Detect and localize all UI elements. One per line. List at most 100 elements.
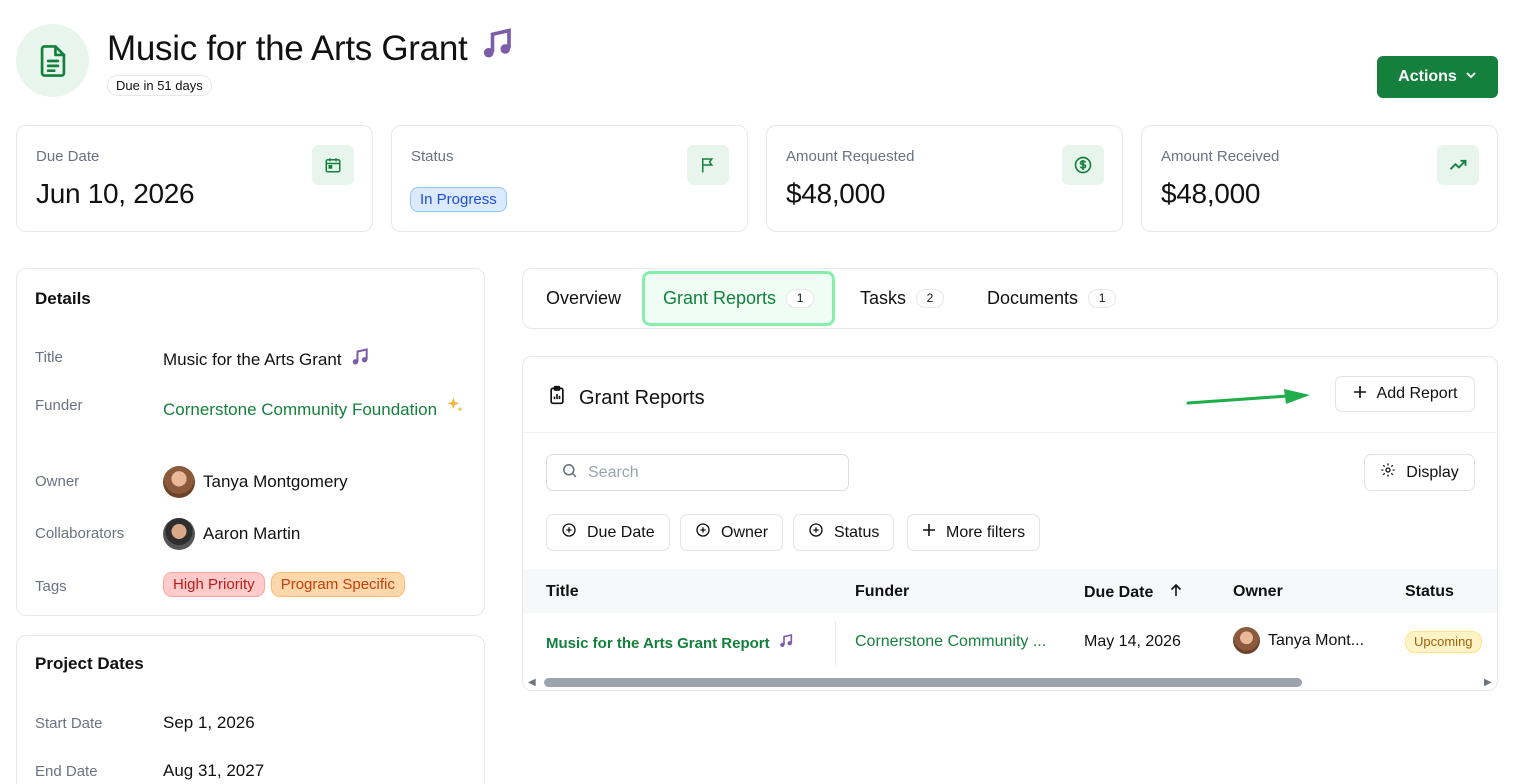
- tab-label: Tasks: [860, 288, 907, 308]
- status-badge: In Progress: [410, 187, 507, 212]
- due-badge: Due in 51 days: [107, 75, 212, 96]
- tags-list: High Priority Program Specific: [163, 572, 405, 597]
- column-due-date-label: Due Date: [1084, 583, 1154, 601]
- owner-label: Owner: [35, 473, 80, 490]
- chevron-down-icon: [1465, 68, 1477, 86]
- add-report-label: Add Report: [1376, 385, 1458, 402]
- grant-reports-heading: Grant Reports: [547, 384, 705, 412]
- tab-label: Documents: [987, 288, 1079, 308]
- tab-documents[interactable]: Documents 1: [987, 269, 1117, 328]
- display-button[interactable]: Display: [1364, 454, 1475, 491]
- plus-icon: [922, 523, 936, 542]
- column-funder-label: Funder: [855, 583, 910, 600]
- plus-circle-icon: [561, 522, 577, 543]
- plus-circle-icon: [808, 522, 824, 543]
- tab-tasks[interactable]: Tasks 2: [860, 269, 945, 328]
- filter-due-date[interactable]: Due Date: [546, 514, 670, 551]
- search-icon: [561, 462, 578, 484]
- funder-link[interactable]: Cornerstone Community Foundation: [163, 395, 473, 423]
- avatar: [1233, 627, 1260, 654]
- report-due-date: May 14, 2026: [1084, 633, 1181, 650]
- sparkles-icon: [445, 395, 465, 423]
- tag-program-specific: Program Specific: [270, 572, 405, 597]
- scrollbar-thumb[interactable]: [544, 678, 1302, 687]
- stat-label: Amount Received: [1161, 148, 1280, 165]
- filter-status[interactable]: Status: [793, 514, 895, 551]
- gear-icon: [1380, 462, 1396, 483]
- tag-high-priority: High Priority: [163, 572, 265, 597]
- report-title-link[interactable]: Music for the Arts Grant Report: [546, 633, 794, 653]
- column-title[interactable]: Title: [546, 583, 579, 601]
- filter-label: Owner: [721, 523, 769, 541]
- funder-link-text: Cornerstone Community Foundation: [163, 399, 438, 419]
- page-title-text: Music for the Arts Grant: [107, 28, 468, 68]
- collaborators-label: Collaborators: [35, 525, 125, 542]
- stat-label: Due Date: [36, 148, 100, 165]
- page-title: Music for the Arts Grant: [107, 26, 515, 71]
- filter-label: Due Date: [587, 523, 655, 541]
- owner-value: Tanya Montgomery: [163, 466, 348, 498]
- column-funder[interactable]: Funder: [855, 583, 909, 601]
- plus-circle-icon: [695, 522, 711, 543]
- title-value: Music for the Arts Grant: [163, 347, 370, 372]
- plus-icon: [1353, 385, 1367, 404]
- tab-count: 1: [1088, 289, 1117, 308]
- add-report-button[interactable]: Add Report: [1335, 376, 1475, 412]
- details-heading: Details: [35, 289, 91, 308]
- clipboard-chart-icon: [547, 384, 567, 412]
- status-badge: Upcoming: [1405, 631, 1482, 653]
- tab-count: 2: [916, 289, 945, 308]
- scroll-right-icon[interactable]: ▶: [1484, 677, 1492, 688]
- owner-name: Tanya Montgomery: [203, 472, 348, 491]
- filter-label: Status: [834, 523, 880, 541]
- report-owner-name: Tanya Mont...: [1268, 631, 1365, 649]
- tab-overview[interactable]: Overview: [546, 269, 621, 328]
- stat-card-status: Status In Progress: [391, 125, 748, 232]
- collaborators-value: Aaron Martin: [163, 518, 300, 550]
- tags-label: Tags: [35, 578, 67, 595]
- trending-up-icon: [1437, 145, 1479, 185]
- funder-label: Funder: [35, 397, 83, 414]
- column-owner-label: Owner: [1233, 583, 1283, 600]
- table-header: Title Funder Due Date Owner Status: [523, 569, 1497, 613]
- avatar: [163, 518, 195, 550]
- more-filters-button[interactable]: More filters: [907, 514, 1041, 551]
- column-status[interactable]: Status: [1405, 583, 1454, 601]
- title-label: Title: [35, 349, 63, 366]
- column-status-label: Status: [1405, 583, 1454, 600]
- flag-icon: [687, 145, 729, 185]
- dollar-circle-icon: [1062, 145, 1104, 185]
- filter-owner[interactable]: Owner: [680, 514, 784, 551]
- search-placeholder: Search: [588, 463, 639, 481]
- actions-button[interactable]: Actions: [1377, 56, 1498, 98]
- details-card: Details Title Music for the Arts Grant F…: [16, 268, 485, 616]
- stat-label: Status: [411, 148, 454, 165]
- tab-label: Grant Reports: [663, 288, 777, 308]
- stat-card-amount-received: Amount Received $48,000: [1141, 125, 1498, 232]
- report-funder-link[interactable]: Cornerstone Community ...: [855, 633, 1046, 651]
- start-date-value: Sep 1, 2026: [163, 713, 255, 732]
- column-due-date[interactable]: Due Date: [1084, 583, 1183, 602]
- filter-label: More filters: [946, 523, 1026, 541]
- display-label: Display: [1406, 463, 1459, 481]
- tab-grant-reports[interactable]: Grant Reports 1: [642, 271, 836, 326]
- stat-value: $48,000: [1161, 178, 1261, 209]
- column-owner[interactable]: Owner: [1233, 583, 1283, 601]
- stat-value: $48,000: [786, 178, 886, 209]
- stat-card-amount-requested: Amount Requested $48,000: [766, 125, 1123, 232]
- actions-button-label: Actions: [1398, 68, 1457, 85]
- report-owner: Tanya Mont...: [1233, 627, 1364, 654]
- horizontal-scrollbar[interactable]: ◀ ▶: [523, 675, 1497, 689]
- grant-document-icon: [16, 24, 89, 97]
- stat-value: Jun 10, 2026: [36, 178, 195, 209]
- tab-count: 1: [786, 289, 815, 308]
- stat-label: Amount Requested: [786, 148, 915, 165]
- arrow-up-icon: [1169, 583, 1183, 602]
- end-date-label: End Date: [35, 763, 98, 780]
- end-date-value: Aug 31, 2027: [163, 761, 265, 780]
- search-input[interactable]: Search: [546, 454, 849, 491]
- scroll-left-icon[interactable]: ◀: [528, 677, 536, 688]
- header-divider: [523, 432, 1497, 433]
- table-row[interactable]: Music for the Arts Grant Report Cornerst…: [523, 613, 1497, 671]
- project-dates-card: Project Dates Start Date Sep 1, 2026 End…: [16, 635, 485, 784]
